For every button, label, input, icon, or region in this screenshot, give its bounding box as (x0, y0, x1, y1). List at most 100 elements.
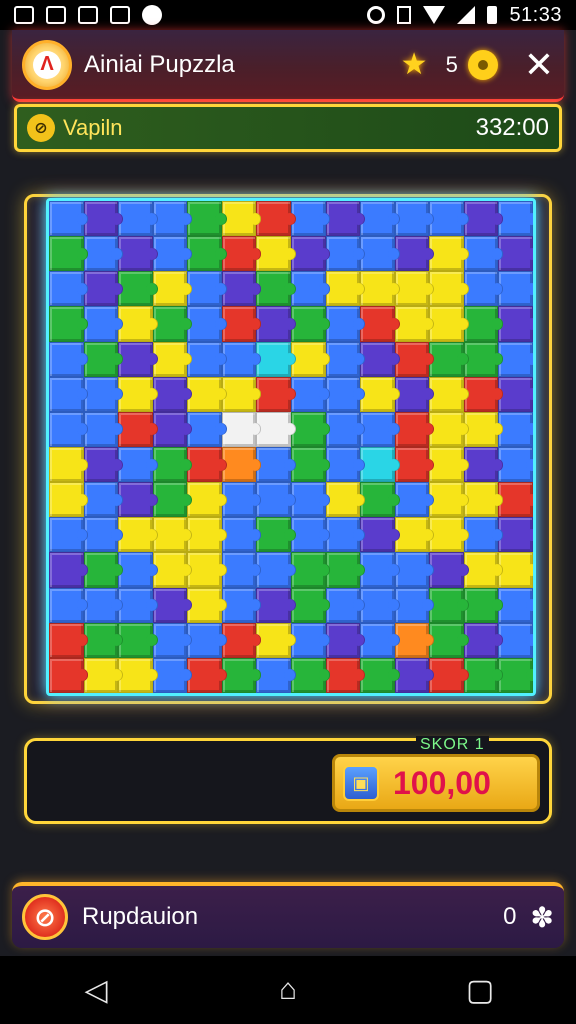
puzzle-piece[interactable] (221, 271, 261, 307)
puzzle-piece[interactable] (429, 587, 469, 623)
puzzle-piece[interactable] (463, 446, 503, 483)
puzzle-piece[interactable] (429, 552, 469, 588)
puzzle-piece[interactable] (118, 657, 158, 693)
puzzle-piece[interactable] (394, 306, 434, 342)
puzzle-piece[interactable] (83, 271, 123, 307)
puzzle-piece[interactable] (221, 517, 261, 553)
puzzle-piece[interactable] (49, 446, 88, 483)
puzzle-piece[interactable] (429, 236, 469, 272)
puzzle-piece[interactable] (221, 482, 261, 518)
puzzle-piece[interactable] (429, 341, 469, 377)
puzzle-piece[interactable] (152, 201, 192, 237)
puzzle-piece[interactable] (360, 552, 400, 588)
puzzle-piece[interactable] (152, 587, 192, 623)
puzzle-piece[interactable] (463, 587, 503, 623)
recents-button[interactable]: ▢ (450, 973, 510, 1008)
puzzle-piece[interactable] (187, 482, 227, 518)
puzzle-piece-icon[interactable]: ✽ (531, 901, 554, 934)
back-button[interactable]: ◁ (66, 973, 126, 1008)
puzzle-piece[interactable] (463, 657, 503, 693)
home-button[interactable]: ⌂ (258, 973, 318, 1007)
puzzle-piece[interactable] (152, 271, 192, 307)
puzzle-piece[interactable] (118, 236, 158, 272)
puzzle-piece[interactable] (118, 482, 158, 518)
puzzle-piece[interactable] (83, 201, 123, 237)
puzzle-piece[interactable] (49, 622, 88, 658)
puzzle-piece[interactable] (394, 622, 434, 658)
puzzle-piece[interactable] (463, 376, 503, 412)
puzzle-piece[interactable] (325, 376, 365, 412)
puzzle-piece[interactable] (291, 657, 330, 693)
puzzle-piece[interactable] (187, 236, 227, 272)
puzzle-piece[interactable] (429, 271, 469, 307)
puzzle-piece[interactable] (360, 482, 400, 518)
puzzle-piece[interactable] (429, 622, 469, 658)
puzzle-piece[interactable] (221, 341, 261, 377)
puzzle-piece[interactable] (360, 306, 400, 342)
puzzle-piece[interactable] (152, 657, 192, 693)
puzzle-piece[interactable] (325, 517, 365, 553)
puzzle-piece[interactable] (463, 341, 503, 377)
puzzle-piece[interactable] (360, 657, 400, 693)
puzzle-piece[interactable] (360, 376, 400, 412)
puzzle-piece[interactable] (360, 236, 400, 272)
puzzle-piece[interactable] (325, 271, 365, 307)
puzzle-piece[interactable] (325, 411, 365, 447)
puzzle-piece[interactable] (325, 201, 365, 237)
puzzle-piece[interactable] (394, 657, 434, 693)
puzzle-piece[interactable] (360, 201, 400, 237)
puzzle-piece[interactable] (221, 657, 261, 693)
puzzle-piece[interactable] (429, 376, 469, 412)
puzzle-piece[interactable] (291, 306, 330, 342)
puzzle-piece[interactable] (118, 341, 158, 377)
puzzle-piece[interactable] (221, 446, 261, 483)
puzzle-piece[interactable] (360, 587, 400, 623)
puzzle-piece[interactable] (118, 201, 158, 237)
puzzle-piece[interactable] (256, 657, 296, 693)
puzzle-piece[interactable] (83, 517, 123, 553)
puzzle-piece[interactable] (152, 622, 192, 658)
puzzle-piece[interactable] (49, 376, 88, 412)
puzzle-piece[interactable] (83, 657, 123, 693)
puzzle-piece[interactable] (498, 201, 533, 237)
puzzle-piece[interactable] (83, 622, 123, 658)
puzzle-piece[interactable] (49, 657, 88, 693)
puzzle-piece[interactable] (118, 306, 158, 342)
puzzle-piece[interactable] (83, 552, 123, 588)
puzzle-piece[interactable] (394, 236, 434, 272)
puzzle-piece[interactable] (187, 341, 227, 377)
puzzle-piece[interactable] (291, 446, 330, 483)
puzzle-piece[interactable] (221, 622, 261, 658)
puzzle-piece[interactable] (256, 622, 296, 658)
puzzle-piece[interactable] (291, 376, 330, 412)
puzzle-piece[interactable] (498, 271, 533, 307)
puzzle-piece[interactable] (429, 306, 469, 342)
puzzle-piece[interactable] (463, 517, 503, 553)
puzzle-piece[interactable] (256, 306, 296, 342)
puzzle-piece[interactable] (118, 376, 158, 412)
puzzle-piece[interactable] (256, 552, 296, 588)
puzzle-piece[interactable] (256, 376, 296, 412)
puzzle-piece[interactable] (498, 482, 533, 518)
puzzle-piece[interactable] (118, 271, 158, 307)
puzzle-piece[interactable] (187, 622, 227, 658)
puzzle-piece[interactable] (187, 552, 227, 588)
puzzle-piece[interactable] (325, 446, 365, 483)
puzzle-piece[interactable] (291, 341, 330, 377)
puzzle-piece[interactable] (256, 271, 296, 307)
puzzle-piece[interactable] (83, 306, 123, 342)
puzzle-piece[interactable] (152, 306, 192, 342)
puzzle-piece[interactable] (152, 482, 192, 518)
puzzle-piece[interactable] (118, 446, 158, 483)
puzzle-piece[interactable] (49, 271, 88, 307)
puzzle-piece[interactable] (83, 411, 123, 447)
puzzle-piece[interactable] (291, 552, 330, 588)
puzzle-piece[interactable] (394, 482, 434, 518)
puzzle-piece[interactable] (256, 482, 296, 518)
puzzle-piece[interactable] (49, 236, 88, 272)
puzzle-piece[interactable] (429, 446, 469, 483)
puzzle-piece[interactable] (498, 446, 533, 483)
puzzle-piece[interactable] (187, 446, 227, 483)
puzzle-piece[interactable] (291, 587, 330, 623)
puzzle-piece[interactable] (360, 517, 400, 553)
